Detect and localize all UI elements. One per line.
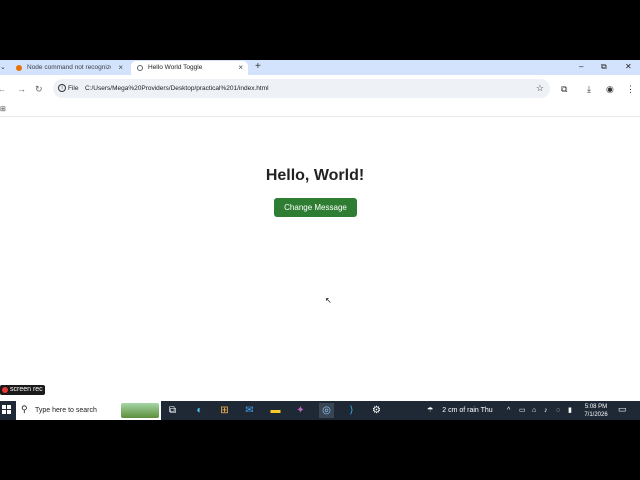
close-window-button[interactable]: ✕ (625, 60, 632, 73)
weather-text: 2 cm of rain Thu (442, 407, 493, 414)
volume-icon[interactable]: ♪ (544, 401, 548, 420)
forward-button[interactable]: → (17, 82, 26, 96)
tray-meet-icon[interactable]: ▭ (519, 401, 526, 420)
browser-window: ⌄ Node command not recognize × Hello Wor… (0, 60, 640, 420)
clock-date: 7/1/2026 (584, 412, 608, 418)
downloads-icon[interactable]: ⤓ (587, 82, 591, 96)
outlook-icon[interactable]: ✉ (242, 403, 257, 418)
search-highlight-image (121, 403, 159, 418)
browser-menu-icon[interactable]: ⋮ (626, 82, 635, 96)
tab-strip: ⌄ Node command not recognize × Hello Wor… (0, 60, 640, 75)
weather-icon: ☂ (427, 407, 434, 414)
tab-title: Node command not recognize (27, 64, 111, 71)
taskbar-search-box[interactable]: ⚲ Type here to search (16, 401, 161, 420)
search-placeholder: Type here to search (35, 407, 97, 414)
restore-button[interactable]: ⧉ (601, 60, 607, 73)
tab-favicon-icon (16, 65, 22, 71)
mouse-cursor-icon: ↖ (325, 296, 332, 305)
bookmark-star-icon[interactable]: ☆ (536, 79, 544, 98)
search-icon: ⚲ (21, 404, 28, 414)
settings-icon[interactable]: ⚙ (369, 403, 384, 418)
site-info-icon[interactable]: i (58, 84, 66, 92)
tab-hello-world-toggle[interactable]: Hello World Toggle × (131, 61, 248, 75)
page-content: Hello, World! Change Message ↖ (0, 117, 640, 401)
chrome-icon[interactable]: ◎ (319, 403, 334, 418)
store-icon[interactable]: ⊞ (217, 403, 232, 418)
tab-search-icon[interactable]: ⌄ (0, 60, 8, 75)
battery-icon[interactable]: ▮ (568, 401, 572, 420)
network-icon[interactable]: ⌂ (532, 401, 536, 420)
change-message-button[interactable]: Change Message (274, 198, 357, 217)
tray-overflow-icon[interactable]: ^ (507, 401, 510, 420)
clock-time: 5:08 PM (584, 404, 608, 410)
notifications-icon[interactable]: ▭ (618, 404, 627, 415)
address-bar[interactable]: i File C:/Users/Mega%20Providers/Desktop… (53, 79, 550, 98)
minimize-button[interactable]: – (579, 60, 583, 73)
tab-favicon-icon (137, 65, 143, 71)
edge-icon[interactable]: ◐ (192, 403, 207, 418)
reload-button[interactable]: ↻ (35, 82, 43, 96)
page-heading: Hello, World! (265, 167, 365, 184)
wifi-icon[interactable]: ◌ (556, 401, 560, 420)
bookmarks-bar: ⊞ (0, 103, 640, 117)
new-tab-button[interactable]: + (255, 60, 261, 74)
url-text[interactable]: C:/Users/Mega%20Providers/Desktop/practi… (85, 79, 269, 98)
tab-title: Hello World Toggle (148, 64, 203, 71)
system-clock[interactable]: 5:08 PM 7/1/2026 (580, 403, 612, 419)
tab-close-icon[interactable]: × (238, 61, 243, 75)
profile-icon[interactable]: ◉ (606, 82, 614, 96)
copilot-icon[interactable]: ✦ (293, 403, 308, 418)
recorder-label: screen rec (10, 386, 43, 393)
apps-grid-icon[interactable]: ⊞ (0, 105, 6, 113)
extensions-icon[interactable]: ⧉ (561, 82, 567, 96)
screen-recorder-badge: screen rec (0, 385, 45, 395)
back-button[interactable]: ← (0, 82, 6, 96)
start-button[interactable] (2, 405, 11, 414)
windows-taskbar: ⚲ Type here to search ⧉ ◐ ⊞ ✉ ▬ ✦ ◎ ⟩ ⚙ … (0, 401, 640, 420)
record-dot-icon (2, 387, 8, 393)
scheme-label: File (68, 85, 79, 92)
file-explorer-icon[interactable]: ▬ (268, 403, 283, 418)
vscode-icon[interactable]: ⟩ (344, 403, 359, 418)
tab-node-command[interactable]: Node command not recognize × (10, 61, 128, 75)
task-view-icon[interactable]: ⧉ (165, 403, 180, 418)
tab-close-icon[interactable]: × (118, 61, 123, 75)
browser-toolbar: ← → ↻ i File C:/Users/Mega%20Providers/D… (0, 75, 640, 103)
weather-widget[interactable]: ☂ 2 cm of rain Thu (427, 401, 493, 420)
